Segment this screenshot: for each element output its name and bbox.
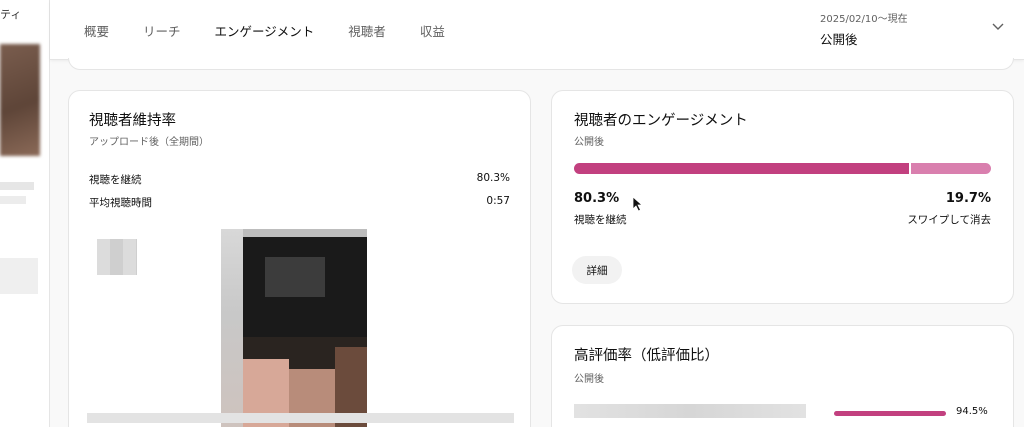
swipe-label: スワイプして消去 (907, 214, 991, 226)
swipe-bar-segment (911, 163, 991, 174)
engagement-card-title: 視聴者のエンゲージメント (574, 113, 748, 129)
stat-label: 平均視聴時間 (89, 197, 152, 209)
date-range-subtitle: 2025/02/10～現在 (820, 14, 908, 25)
blurred-chart-label (97, 239, 137, 275)
tab-audience[interactable]: 視聴者 (348, 0, 386, 60)
chevron-down-icon[interactable] (990, 18, 1006, 34)
tab-revenue[interactable]: 収益 (420, 0, 445, 60)
tab-engagement[interactable]: エンゲージメント (214, 0, 314, 60)
continue-label: 視聴を継続 (574, 214, 627, 226)
stat-value: 0:57 (486, 195, 510, 207)
stat-label: 視聴を継続 (89, 174, 142, 186)
engagement-stacked-bar (574, 163, 991, 174)
analytics-page: ティ 概要 リーチ エンゲージメント 視聴者 収益 2025/02/10～現在 … (0, 0, 1024, 427)
blurred-text-line (0, 182, 34, 190)
retention-card-subtitle: アップロード後（全期間） (89, 137, 209, 148)
continue-percentage: 80.3% (574, 191, 620, 206)
engagement-card: 視聴者のエンゲージメント 公開後 80.3% 視聴を継続 19.7% スワイプし… (551, 90, 1014, 304)
retention-card: 視聴者維持率 アップロード後（全期間） 視聴を継続 80.3% 平均視聴時間 0… (68, 90, 531, 427)
date-range-selector[interactable]: 2025/02/10～現在 公開後 (820, 10, 908, 48)
video-preview-pixelated (221, 229, 367, 427)
stat-value: 80.3% (476, 172, 510, 184)
like-ratio-value: 94.5% (956, 406, 988, 417)
blurred-video-title (574, 404, 806, 418)
tab-reach[interactable]: リーチ (143, 0, 181, 60)
card-row-bottom-edge (68, 58, 1014, 70)
details-button[interactable]: 詳細 (572, 256, 622, 284)
tab-bar: 概要 リーチ エンゲージメント 視聴者 収益 (84, 0, 479, 60)
stat-row-continue: 視聴を継続 80.3% (89, 172, 510, 187)
engagement-card-subtitle: 公開後 (574, 137, 604, 148)
likes-ratio-card: 高評価率（低評価比） 公開後 94.5% (551, 325, 1014, 427)
stat-row-avg-duration: 平均視聴時間 0:57 (89, 195, 510, 210)
blurred-text-line (0, 196, 26, 204)
analytics-header: 概要 リーチ エンゲージメント 視聴者 収益 2025/02/10～現在 公開後 (50, 0, 1024, 60)
blurred-text-line (0, 258, 38, 294)
date-range-label: 公開後 (820, 32, 858, 47)
pixel-block (221, 229, 243, 427)
mouse-cursor-icon (632, 196, 644, 212)
likes-card-title: 高評価率（低評価比） (574, 348, 719, 364)
continue-bar-segment (574, 163, 909, 174)
retention-card-title: 視聴者維持率 (89, 113, 176, 129)
like-ratio-bar (834, 411, 946, 416)
blurred-axis-line (87, 413, 514, 423)
video-thumbnail-blurred[interactable] (0, 44, 40, 156)
sidebar-partial-title: ティ (0, 8, 22, 21)
left-sidebar: ティ (0, 0, 50, 427)
tab-overview[interactable]: 概要 (84, 0, 109, 60)
likes-card-subtitle: 公開後 (574, 374, 604, 385)
swipe-percentage: 19.7% (945, 191, 991, 206)
pixel-block (265, 257, 325, 297)
